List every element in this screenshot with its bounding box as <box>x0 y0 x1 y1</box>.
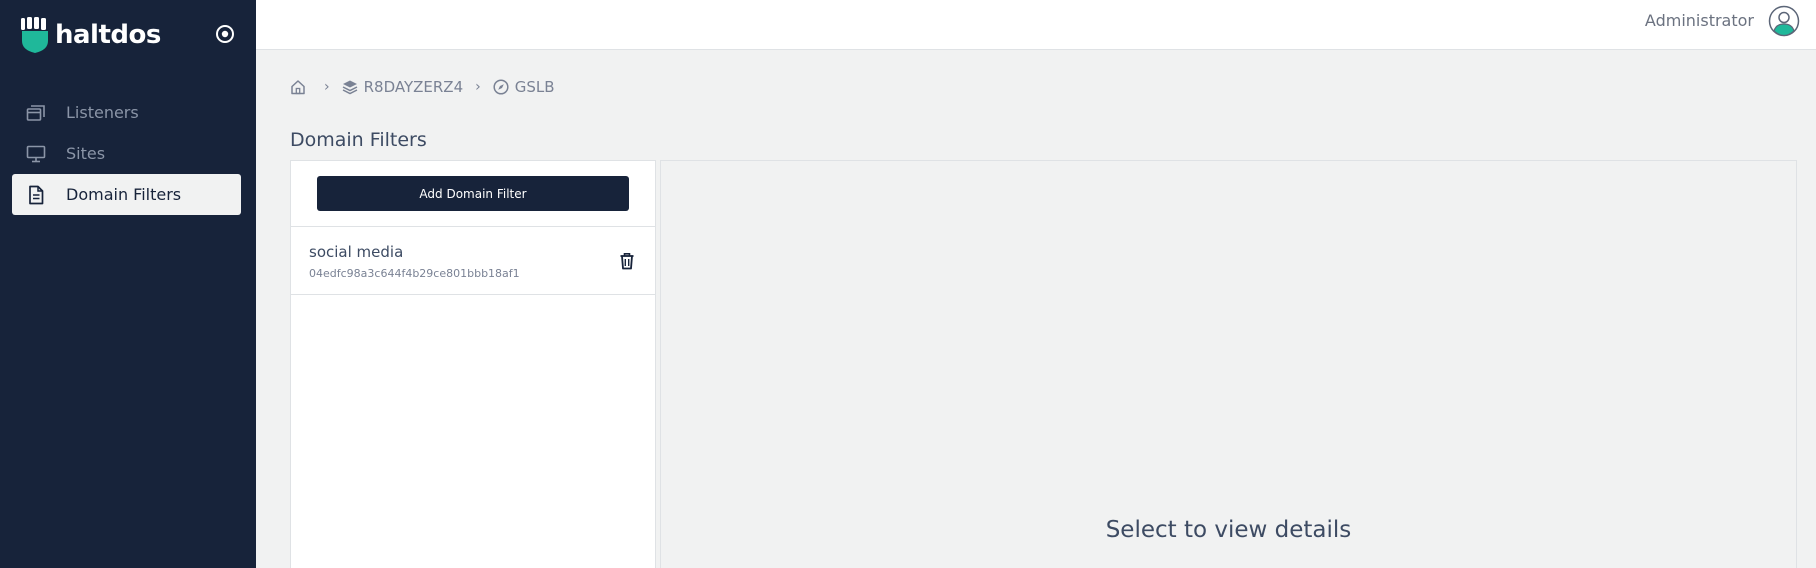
breadcrumb-separator: › <box>324 79 330 95</box>
layers-icon <box>342 80 357 95</box>
sidebar-nav: Listeners Sites Domain Filters <box>12 92 241 215</box>
sidebar-item-sites[interactable]: Sites <box>12 133 241 174</box>
breadcrumb: › R8DAYZERZ4 › GSLB <box>290 78 555 96</box>
detail-panel: Select to view details <box>660 160 1797 568</box>
page-title: Domain Filters <box>290 129 427 151</box>
fist-logo-icon <box>21 17 48 53</box>
home-icon <box>291 80 305 95</box>
domain-filter-list-panel: Add Domain Filter social media 04edfc98a… <box>290 160 656 568</box>
user-name[interactable]: Administrator <box>1645 11 1754 30</box>
trash-icon[interactable] <box>617 251 637 271</box>
sidebar-item-listeners[interactable]: Listeners <box>12 92 241 133</box>
filter-id: 04edfc98a3c644f4b29ce801bbb18af1 <box>309 267 520 280</box>
compass-icon <box>493 79 509 95</box>
breadcrumb-item-project[interactable]: R8DAYZERZ4 <box>342 78 464 96</box>
filter-name: social media <box>309 243 404 261</box>
breadcrumb-home[interactable] <box>290 79 312 95</box>
sidebar: haltdos Listeners Sites Domain Filters <box>0 0 256 568</box>
logo-text: haltdos <box>55 20 161 50</box>
breadcrumb-item-gslb[interactable]: GSLB <box>493 78 555 96</box>
user-avatar-icon[interactable] <box>1768 5 1800 37</box>
add-domain-filter-button[interactable]: Add Domain Filter <box>317 176 629 211</box>
add-button-container: Add Domain Filter <box>291 161 655 227</box>
sidebar-item-label: Domain Filters <box>66 185 182 204</box>
breadcrumb-label: R8DAYZERZ4 <box>363 78 464 96</box>
windows-icon <box>26 103 46 123</box>
breadcrumb-label: GSLB <box>514 78 555 96</box>
logo[interactable]: haltdos <box>20 16 161 54</box>
breadcrumb-separator: › <box>475 79 481 95</box>
sidebar-item-label: Listeners <box>66 103 139 122</box>
list-item[interactable]: social media 04edfc98a3c644f4b29ce801bbb… <box>291 227 655 295</box>
sidebar-item-domain-filters[interactable]: Domain Filters <box>12 174 241 215</box>
top-bar: Administrator <box>256 0 1816 50</box>
sidebar-toggle-icon[interactable] <box>215 24 235 44</box>
empty-detail-message: Select to view details <box>1105 517 1352 543</box>
monitor-icon <box>26 144 46 164</box>
sidebar-item-label: Sites <box>66 144 106 163</box>
document-icon <box>26 185 46 205</box>
